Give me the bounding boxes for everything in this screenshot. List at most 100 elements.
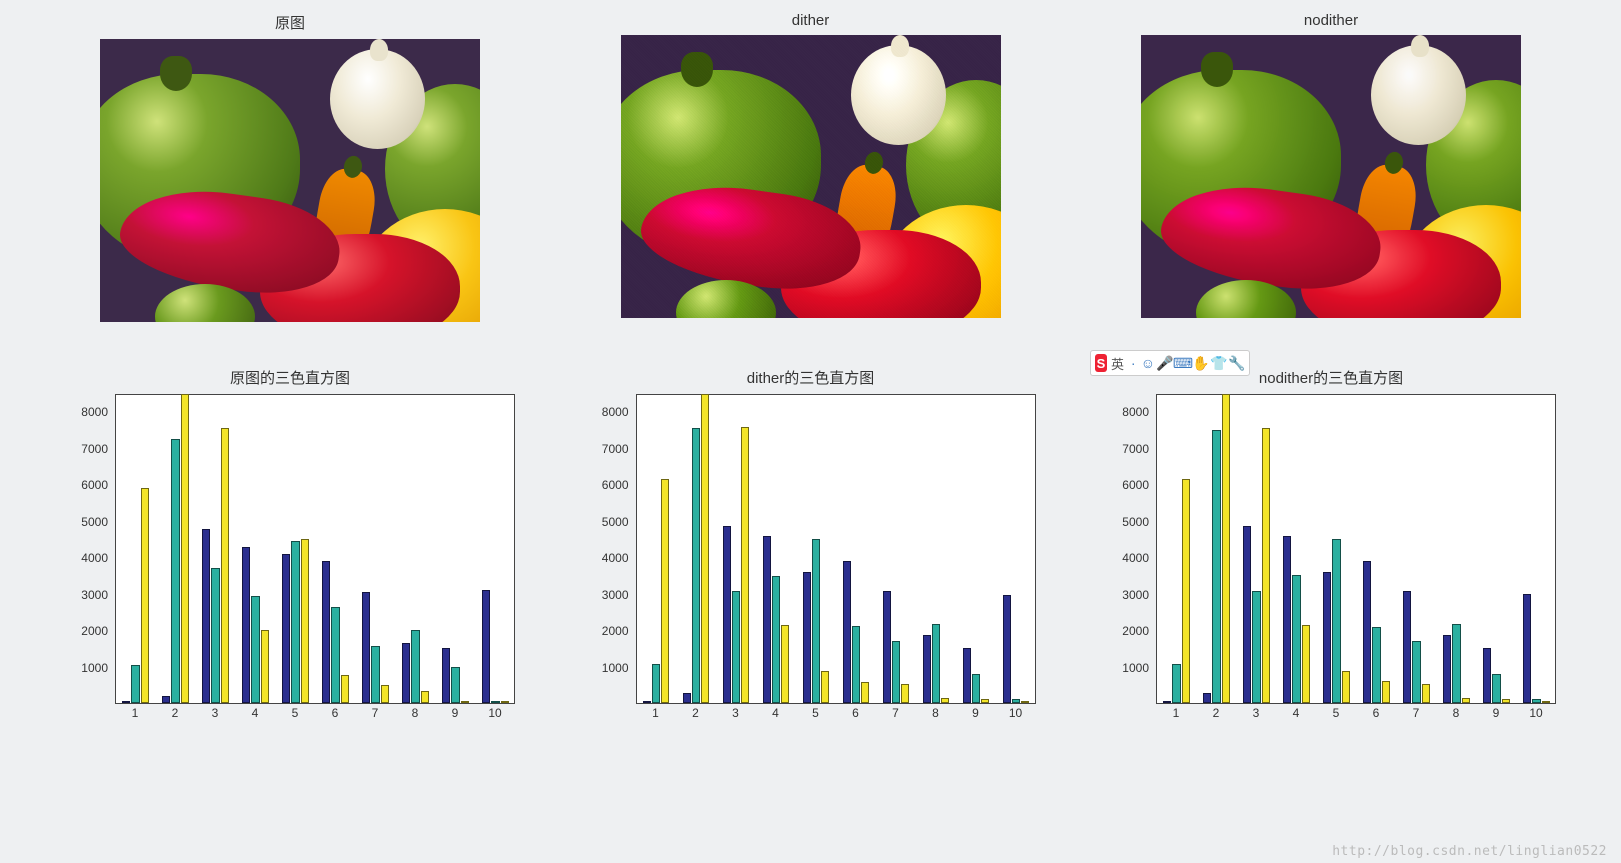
bar <box>763 536 771 703</box>
plot-area <box>115 394 515 704</box>
image-title: dither <box>792 12 830 29</box>
bar <box>781 625 789 703</box>
bar <box>171 439 179 703</box>
bar <box>1342 671 1350 703</box>
bar <box>652 664 660 703</box>
chart-0: 1000200030004000500060007000800012345678… <box>55 394 525 724</box>
bar <box>683 693 691 703</box>
wrench-icon[interactable]: 🔧 <box>1229 355 1245 371</box>
ime-toolbar[interactable]: S 英 ∙ ☺ 🎤 ⌨ ✋ 👕 🔧 <box>1090 350 1250 376</box>
bar <box>1222 394 1230 703</box>
y-tick-label: 2000 <box>1122 624 1149 638</box>
bar <box>131 665 139 703</box>
image-row: 原图 dither nodither <box>40 10 1581 322</box>
bar <box>362 592 370 703</box>
x-tick-label: 10 <box>1529 706 1542 720</box>
x-tick-label: 8 <box>1453 706 1460 720</box>
bar <box>181 394 189 703</box>
y-tick-label: 1000 <box>81 661 108 675</box>
bar <box>1262 428 1270 703</box>
bar <box>972 674 980 703</box>
x-tick-label: 7 <box>372 706 379 720</box>
bar <box>261 630 269 703</box>
bar <box>1323 572 1331 703</box>
bar <box>381 685 389 703</box>
mic-icon[interactable]: 🎤 <box>1157 355 1173 371</box>
y-tick-label: 7000 <box>1122 442 1149 456</box>
bar <box>1382 681 1390 703</box>
bar <box>221 428 229 703</box>
x-tick-label: 5 <box>812 706 819 720</box>
bar <box>772 576 780 703</box>
ime-lang-label[interactable]: 英 <box>1111 354 1124 373</box>
keyboard-icon[interactable]: ⌨ <box>1175 355 1191 371</box>
image-cell-original: 原图 <box>40 10 540 322</box>
bar <box>402 643 410 703</box>
x-tick-label: 9 <box>452 706 459 720</box>
y-tick-label: 8000 <box>602 405 629 419</box>
y-tick-label: 6000 <box>81 478 108 492</box>
dots-icon[interactable]: ∙ <box>1128 355 1139 371</box>
bar <box>843 561 851 704</box>
bar <box>1492 674 1500 703</box>
x-tick-label: 2 <box>1213 706 1220 720</box>
plot-area <box>636 394 1036 704</box>
bar <box>1003 595 1011 703</box>
x-tick-label: 10 <box>488 706 501 720</box>
bar <box>1292 575 1300 703</box>
y-tick-label: 5000 <box>1122 515 1149 529</box>
bar <box>1332 539 1340 703</box>
y-tick-label: 5000 <box>602 515 629 529</box>
bar <box>1462 698 1470 703</box>
image-nodither <box>1141 35 1521 318</box>
y-tick-label: 1000 <box>602 661 629 675</box>
bar <box>1532 699 1540 703</box>
bar <box>932 624 940 703</box>
bar <box>643 701 651 703</box>
bar <box>322 561 330 704</box>
bar <box>202 529 210 703</box>
y-tick-label: 3000 <box>81 588 108 602</box>
bar <box>661 479 669 703</box>
x-tick-label: 3 <box>732 706 739 720</box>
hand-icon[interactable]: ✋ <box>1193 355 1209 371</box>
bar <box>162 696 170 703</box>
bar <box>803 572 811 703</box>
image-title: 原图 <box>275 12 305 33</box>
x-tick-label: 1 <box>1173 706 1180 720</box>
x-tick-label: 7 <box>1413 706 1420 720</box>
x-tick-label: 1 <box>652 706 659 720</box>
y-tick-label: 4000 <box>81 551 108 565</box>
y-tick-label: 4000 <box>602 551 629 565</box>
chart-cell-1: dither的三色直方图 100020003000400050006000700… <box>561 322 1061 724</box>
bar <box>341 675 349 703</box>
bar <box>1172 664 1180 703</box>
chart-title: 原图的三色直方图 <box>55 367 525 388</box>
bar <box>701 394 709 703</box>
y-tick-label: 8000 <box>1122 405 1149 419</box>
bar <box>1372 627 1380 703</box>
shirt-icon[interactable]: 👕 <box>1211 355 1227 371</box>
smile-icon[interactable]: ☺ <box>1141 355 1155 371</box>
bar <box>371 646 379 703</box>
bar <box>442 648 450 703</box>
bar <box>1443 635 1451 703</box>
x-tick-label: 8 <box>412 706 419 720</box>
bar <box>1363 561 1371 704</box>
image-title: nodither <box>1304 12 1358 29</box>
bar <box>812 539 820 703</box>
image-cell-dither: dither <box>561 10 1061 322</box>
x-tick-label: 2 <box>692 706 699 720</box>
y-tick-label: 4000 <box>1122 551 1149 565</box>
y-tick-label: 1000 <box>1122 661 1149 675</box>
x-tick-label: 10 <box>1009 706 1022 720</box>
bar <box>821 671 829 703</box>
sogou-logo-icon[interactable]: S <box>1095 354 1107 372</box>
bar <box>981 699 989 703</box>
bar <box>1252 591 1260 703</box>
y-tick-label: 6000 <box>1122 478 1149 492</box>
bar <box>251 596 259 703</box>
bar <box>291 541 299 703</box>
chart-cell-2: nodither的三色直方图 1000200030004000500060007… <box>1081 322 1581 724</box>
x-tick-label: 3 <box>1253 706 1260 720</box>
